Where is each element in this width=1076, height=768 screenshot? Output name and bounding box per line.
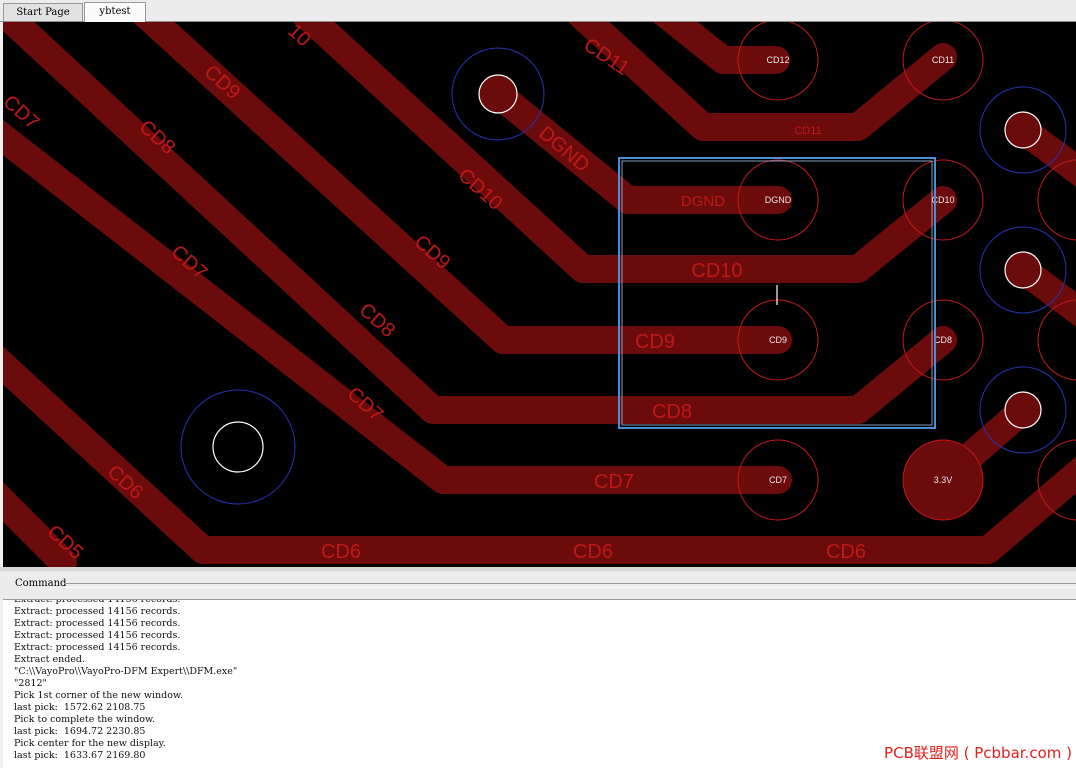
trace-label: CD6 xyxy=(826,541,866,563)
trace-cd8 xyxy=(3,22,957,424)
console-line: last pick: 1694.72 2230.85 xyxy=(14,726,146,737)
console-line: Extract ended. xyxy=(14,654,86,665)
trace-label: CD6 xyxy=(321,541,361,563)
command-panel-title: Command xyxy=(15,578,67,589)
pcb-drawing: CD11 CD9 CD8 CD7 CD7 CD6 CD5 10 DGND CD1… xyxy=(3,22,1076,567)
console-line: Extract: processed 14156 records. xyxy=(14,630,181,641)
console-line: "C:\\VayoPro\\VayoPro-DFM Expert\\DFM.ex… xyxy=(14,666,238,677)
trace-cd12 xyxy=(653,22,790,74)
trace-label: CD6 xyxy=(573,541,613,563)
trace-label: CD10 xyxy=(691,260,742,282)
console-line: Extract: processed 14156 records. xyxy=(14,599,181,605)
pad-label: CD11 xyxy=(932,55,954,65)
header-divider xyxy=(64,583,1076,588)
console-line: Extract: processed 14156 records. xyxy=(14,618,181,629)
trace-cd5 xyxy=(3,482,77,567)
console-output: Extract: processed 14156 records. Extract… xyxy=(14,599,238,762)
via-hole xyxy=(1004,391,1042,429)
via-hole xyxy=(478,74,518,114)
pad-label: CD7 xyxy=(769,475,787,485)
command-panel-header: Command xyxy=(0,571,1076,599)
via-outer-ring xyxy=(180,389,296,505)
console-line: "2812" xyxy=(14,678,47,689)
tab-start-page[interactable]: Start Page xyxy=(3,3,83,21)
tab-ybtest[interactable]: ybtest xyxy=(84,2,146,22)
pad-label: 3.3V xyxy=(934,475,953,485)
console-line: last pick: 1572.62 2108.75 xyxy=(14,702,146,713)
console-line: last pick: 1633.67 2169.80 xyxy=(14,750,146,761)
pad-label: DGND xyxy=(765,195,792,205)
trace-label: CD8 xyxy=(652,401,692,423)
document-tab-bar: Start Page ybtest xyxy=(0,0,1076,22)
trace-label: CD7 xyxy=(594,471,634,493)
pad-label: CD8 xyxy=(934,335,952,345)
pad-label: CD12 xyxy=(766,55,789,65)
trace-cd7 xyxy=(3,119,792,494)
via-hole xyxy=(1004,111,1042,149)
console-line: Extract: processed 14156 records. xyxy=(14,606,181,617)
via-hole xyxy=(1004,251,1042,289)
trace-dgnd xyxy=(484,80,792,214)
via-hole xyxy=(212,421,264,473)
trace-label: DGND xyxy=(681,193,725,210)
pad-label: CD9 xyxy=(769,335,787,345)
console-line: Pick to complete the window. xyxy=(14,714,156,725)
trace-cd11 xyxy=(568,22,957,141)
console-line: Pick center for the new display. xyxy=(14,738,166,749)
console-line: Pick 1st corner of the new window. xyxy=(14,690,184,701)
console-line: Extract: processed 14156 records. xyxy=(14,642,181,653)
trace-label: CD11 xyxy=(794,125,821,137)
pcb-canvas[interactable]: CD11 CD9 CD8 CD7 CD7 CD6 CD5 10 DGND CD1… xyxy=(3,22,1076,567)
watermark-text: PCB联盟网 ( Pcbbar.com ) xyxy=(884,744,1072,762)
trace-label: CD9 xyxy=(635,331,675,353)
